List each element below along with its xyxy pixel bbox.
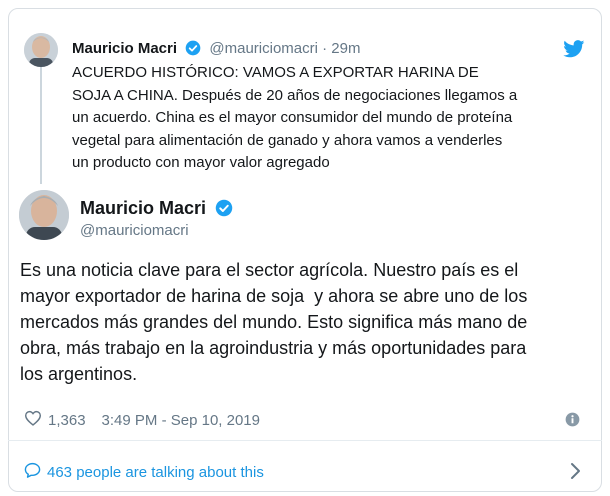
tweet-text: Es una noticia clave para el sector agrí… [20, 257, 584, 387]
tweet-timestamp[interactable]: 3:49 PM - Sep 10, 2019 [102, 412, 260, 429]
quoted-text-line: un acuerdo. China es el mayor consumidor… [72, 109, 513, 126]
quoted-text-line: SOJA A CHINA. Después de 20 años de nego… [72, 86, 518, 104]
tweet-text-line: obra, más trabajo en la agroindustria y … [20, 338, 527, 358]
talking-about-text[interactable]: 463 people are talking about this [47, 464, 264, 481]
divider [8, 440, 602, 441]
verified-badge-icon [185, 40, 201, 60]
author-name[interactable]: Mauricio Macri [80, 198, 237, 222]
quoted-text-line: un producto con mayor valor agregado [72, 154, 330, 171]
quoted-author-name[interactable]: Mauricio Macri [72, 40, 177, 57]
info-icon[interactable] [565, 412, 580, 432]
tweet-text-line: mayor exportador de harina de soja y aho… [20, 286, 528, 306]
talking-about-link[interactable]: 463 people are talking about this [24, 462, 264, 482]
chevron-right-icon[interactable] [570, 462, 582, 485]
quoted-tweet-text: ACUERDO HISTÓRICO: VAMOS A EXPORTAR HARI… [72, 62, 572, 175]
quoted-author-handle[interactable]: @mauriciomacri [209, 40, 318, 57]
avatar[interactable] [19, 190, 69, 240]
tweet-meta: 1,363 3:49 PM - Sep 10, 2019 [24, 410, 260, 430]
author-name-text[interactable]: Mauricio Macri [80, 198, 206, 218]
heart-icon[interactable] [24, 410, 42, 430]
comment-bubble-icon [24, 462, 41, 482]
quoted-tweet-time[interactable]: 29m [331, 40, 360, 57]
avatar[interactable] [24, 33, 58, 67]
verified-badge-icon [215, 199, 233, 222]
author-handle[interactable]: @mauriciomacri [80, 222, 189, 239]
thread-connector-line [40, 62, 42, 184]
meta-separator: · [322, 40, 328, 57]
like-count[interactable]: 1,363 [48, 412, 86, 429]
tweet-text-line: los argentinos. [20, 364, 138, 384]
tweet-text-line: mercados más grandes del mundo. Esto sig… [20, 312, 528, 332]
tweet-text-line: Es una noticia clave para el sector agrí… [20, 260, 519, 280]
quoted-text-line: vegetal para alimentación de ganado y ah… [72, 131, 503, 149]
quoted-text-line: ACUERDO HISTÓRICO: VAMOS A EXPORTAR HARI… [72, 64, 479, 81]
quoted-tweet-header: Mauricio Macri @mauriciomacri · 29m [72, 40, 360, 60]
twitter-bird-icon[interactable] [563, 40, 585, 63]
